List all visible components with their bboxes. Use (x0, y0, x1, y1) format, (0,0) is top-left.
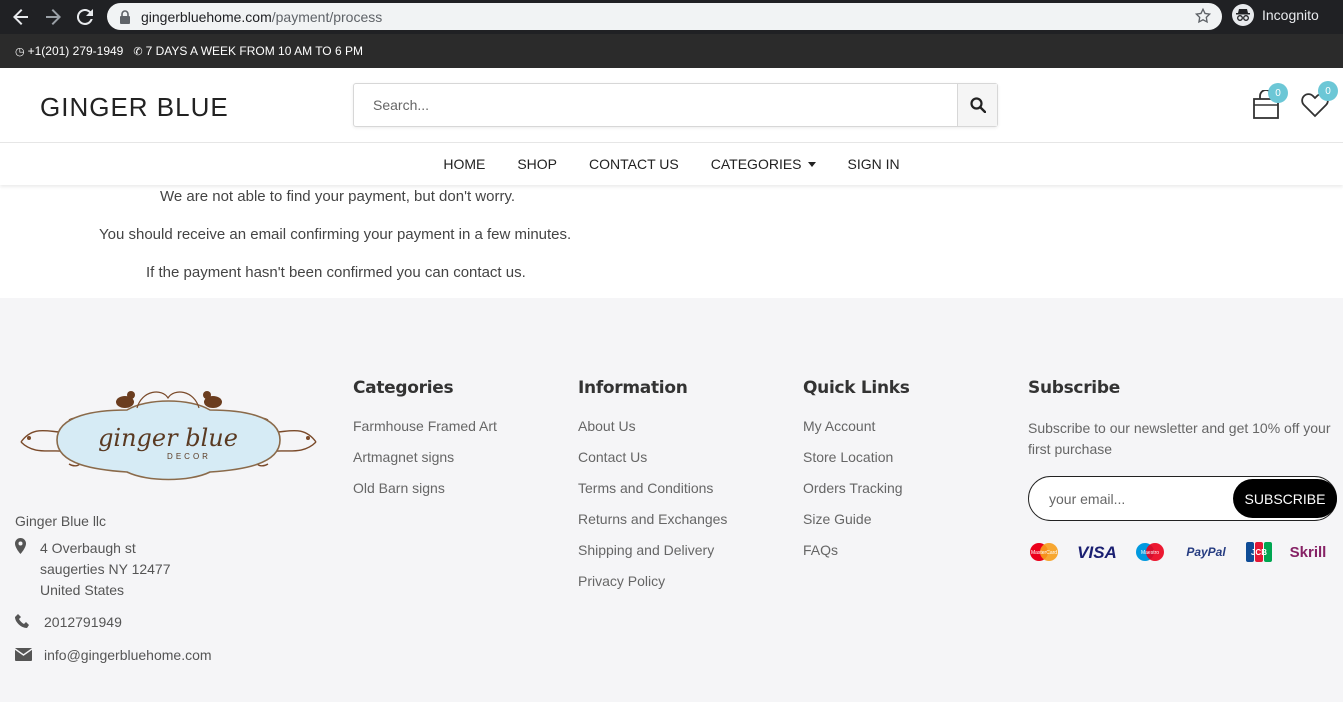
phone-icon (15, 614, 29, 628)
footer-link[interactable]: Returns and Exchanges (578, 511, 727, 542)
caret-down-icon (807, 161, 816, 167)
footer-link[interactable]: About Us (578, 418, 727, 449)
footer-information: Information About Us Contact Us Terms an… (578, 378, 727, 604)
svg-text:PayPal: PayPal (1186, 545, 1226, 559)
footer-link[interactable]: Terms and Conditions (578, 480, 727, 511)
nav-home[interactable]: HOME (443, 156, 485, 172)
search-bar (353, 83, 998, 127)
nav-shop[interactable]: SHOP (517, 156, 557, 172)
contact-topbar: ◷ +1(201) 279-1949 ✆ 7 DAYS A WEEK FROM … (0, 34, 1343, 68)
svg-text:VISA: VISA (1077, 543, 1117, 562)
footer-link[interactable]: Contact Us (578, 449, 727, 480)
site-logo[interactable]: GINGER BLUE (40, 92, 229, 123)
wishlist-button[interactable]: 0 (1300, 81, 1338, 120)
footer-link[interactable]: Orders Tracking (803, 480, 910, 511)
subscribe-form: SUBSCRIBE (1028, 476, 1337, 521)
url-path: /payment/process (271, 8, 383, 25)
svg-text:Maestro: Maestro (1141, 550, 1159, 556)
address-line-2: saugerties NY 12477 (40, 561, 171, 577)
nav-categories-label: CATEGORIES (710, 156, 802, 172)
cart-count-badge: 0 (1268, 83, 1288, 103)
company-phone[interactable]: 2012791949 (44, 614, 122, 630)
search-input[interactable] (354, 84, 957, 126)
main-nav: HOME SHOP CONTACT US CATEGORIES SIGN IN (0, 143, 1343, 185)
nav-categories[interactable]: CATEGORIES (711, 156, 816, 172)
footer-categories: Categories Farmhouse Framed Art Artmagne… (353, 378, 497, 511)
footer-link[interactable]: Artmagnet signs (353, 449, 497, 480)
payment-icons: MasterCard VISA Maestro PayPal JCB Skril… (1028, 542, 1330, 562)
wishlist-count-badge: 0 (1318, 81, 1338, 101)
topbar-hours: ✆ 7 DAYS A WEEK FROM 10 AM TO 6 PM (133, 44, 363, 58)
topbar-hours-text: 7 DAYS A WEEK FROM 10 AM TO 6 PM (145, 44, 363, 58)
footer-link[interactable]: Shipping and Delivery (578, 542, 727, 573)
site-footer: ginger blue DECOR Ginger Blue llc 4 Over… (0, 298, 1343, 702)
reload-icon (77, 9, 93, 25)
subscribe-button[interactable]: SUBSCRIBE (1233, 479, 1337, 518)
clock-icon: ◷ (15, 45, 25, 58)
envelope-icon (15, 648, 32, 661)
message-line-2: You should receive an email confirming y… (99, 226, 572, 243)
forward-button[interactable] (42, 6, 64, 28)
nav-sign-in[interactable]: SIGN IN (848, 156, 900, 172)
svg-text:JCB: JCB (1251, 548, 1267, 557)
payment-message: We are not able to find your payment, bu… (0, 185, 1343, 298)
footer-subscribe: Subscribe Subscribe to our newsletter an… (1028, 378, 1338, 562)
topbar-phone-text: +1(201) 279-1949 (27, 44, 124, 58)
url-host: gingerbluehome.com (141, 8, 272, 25)
skrill-icon: Skrill (1290, 544, 1327, 561)
message-line-3: If the payment hasn't been confirmed you… (146, 264, 526, 281)
company-name: Ginger Blue llc (15, 513, 107, 529)
footer-link[interactable]: Farmhouse Framed Art (353, 418, 497, 449)
back-button[interactable] (10, 6, 32, 28)
profile-label: Incognito (1262, 7, 1319, 23)
arrow-left-icon (13, 9, 28, 25)
mastercard-icon: MasterCard (1030, 543, 1058, 561)
incognito-icon (1232, 4, 1254, 26)
svg-text:MasterCard: MasterCard (1031, 550, 1057, 556)
subscribe-text: Subscribe to our newsletter and get 10% … (1028, 420, 1331, 457)
footer-link[interactable]: My Account (803, 418, 910, 449)
visa-icon: VISA (1077, 543, 1117, 562)
footer-quick-links: Quick Links My Account Store Location Or… (803, 378, 910, 573)
footer-information-title: Information (578, 378, 688, 398)
footer-logo-main: ginger blue (98, 424, 238, 452)
company-address: 4 Overbaugh st saugerties NY 12477 Unite… (40, 538, 171, 601)
footer-link[interactable]: Store Location (803, 449, 910, 480)
address-line-1: 4 Overbaugh st (40, 540, 136, 556)
footer-logo[interactable]: ginger blue DECOR (17, 380, 320, 482)
phone-icon: ✆ (133, 45, 143, 58)
browser-toolbar: gingerbluehome.com/payment/process Incog… (0, 0, 1343, 34)
footer-subscribe-title: Subscribe (1028, 378, 1120, 398)
company-email[interactable]: info@gingerbluehome.com (44, 647, 212, 663)
footer-link[interactable]: Size Guide (803, 511, 910, 542)
footer-link[interactable]: Old Barn signs (353, 480, 497, 511)
message-line-1: We are not able to find your payment, bu… (160, 188, 515, 205)
profile-button[interactable]: Incognito (1232, 4, 1319, 26)
address-line-3: United States (40, 582, 125, 598)
search-button[interactable] (957, 84, 997, 126)
search-icon (969, 97, 986, 113)
maestro-icon: Maestro (1136, 543, 1164, 561)
nav-contact-us[interactable]: CONTACT US (589, 156, 679, 172)
map-marker-icon (15, 538, 26, 554)
address-bar[interactable]: gingerbluehome.com/payment/process (107, 3, 1222, 30)
footer-link[interactable]: Privacy Policy (578, 573, 727, 604)
footer-logo-sub: DECOR (167, 452, 211, 461)
jcb-icon: JCB (1246, 542, 1272, 562)
cart-button[interactable]: 0 (1252, 83, 1288, 120)
topbar-phone: ◷ +1(201) 279-1949 (15, 44, 123, 58)
footer-link[interactable]: FAQs (803, 542, 910, 573)
bookmark-star-icon[interactable] (1194, 7, 1212, 25)
arrow-right-icon (46, 9, 61, 25)
lock-icon (120, 9, 130, 24)
reload-button[interactable] (74, 6, 96, 28)
paypal-icon: PayPal (1186, 545, 1226, 559)
footer-quick-links-title: Quick Links (803, 378, 910, 398)
site-header: GINGER BLUE 0 0 (0, 68, 1343, 143)
svg-text:Skrill: Skrill (1290, 544, 1327, 561)
footer-categories-title: Categories (353, 378, 454, 398)
url-text: gingerbluehome.com/payment/process (141, 9, 382, 25)
